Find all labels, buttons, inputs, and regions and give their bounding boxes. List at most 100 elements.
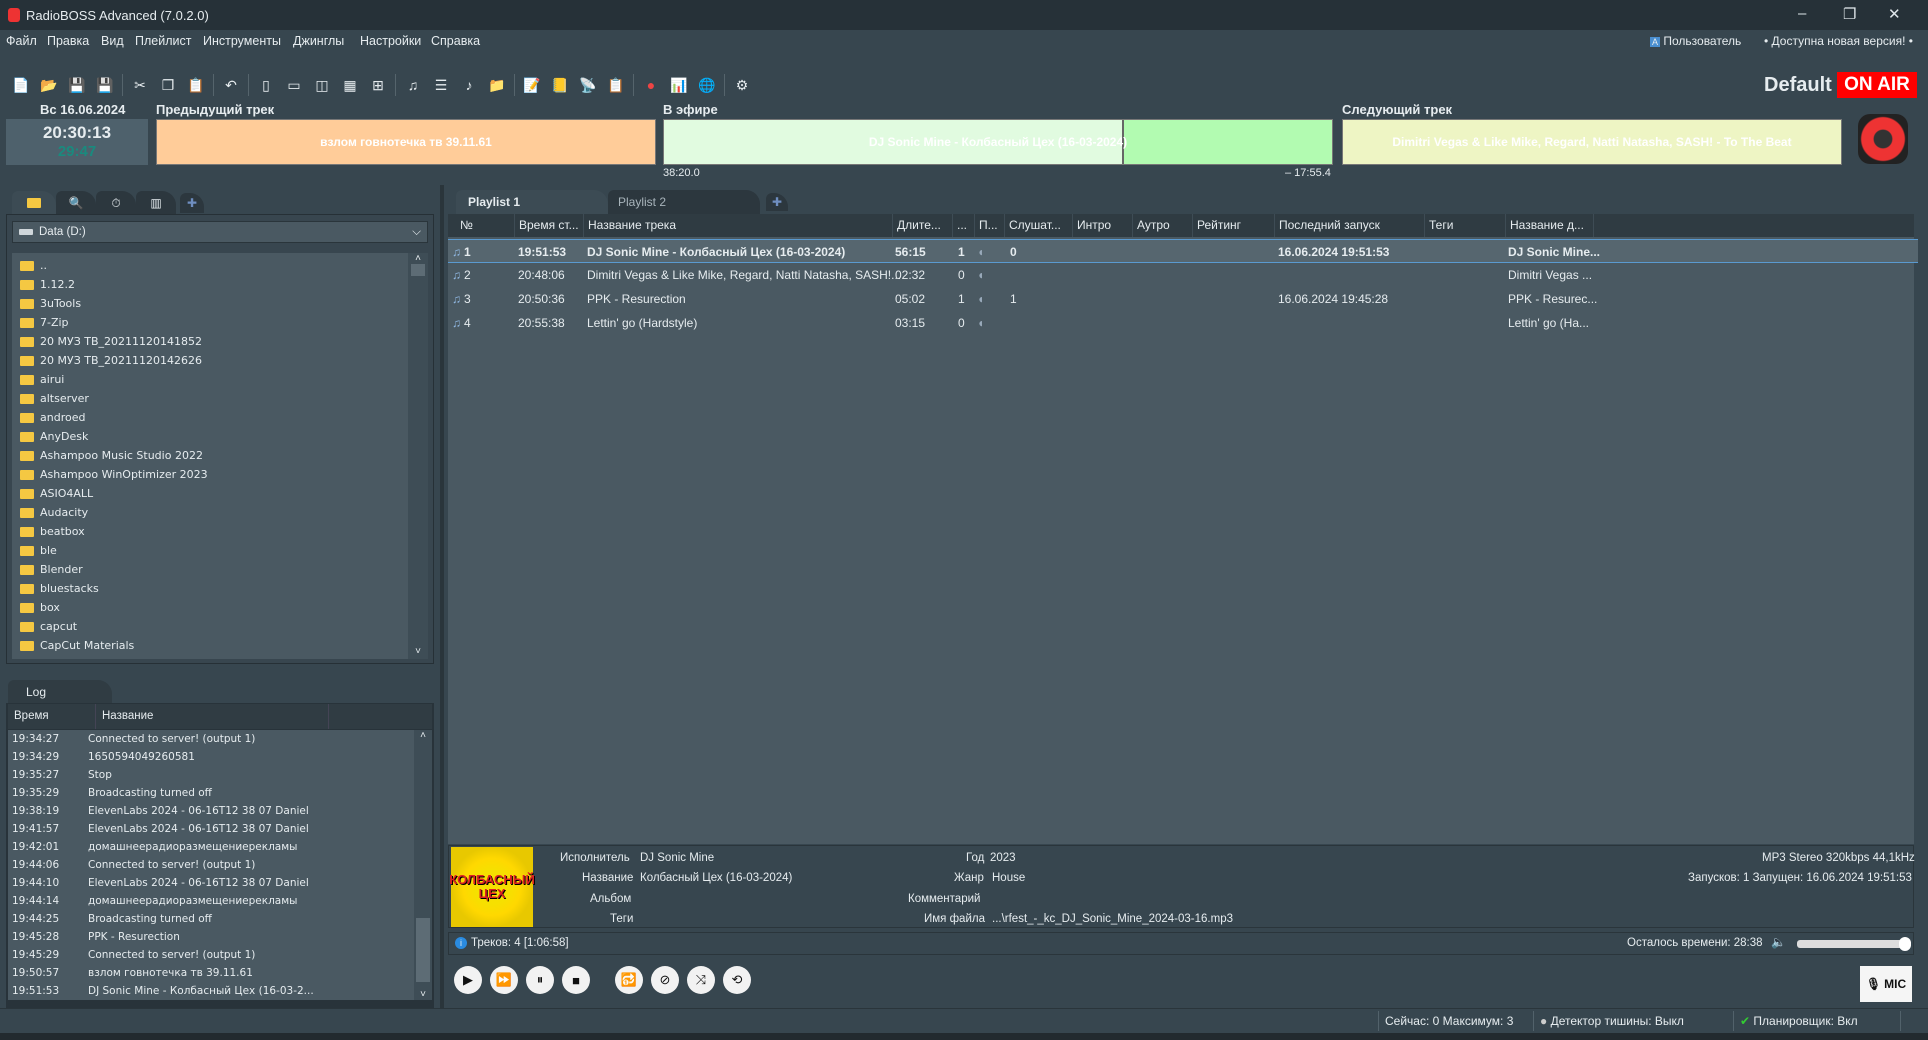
volume-thumb[interactable] xyxy=(1899,937,1911,951)
new-file-button[interactable]: 📄 xyxy=(10,74,32,96)
column-header-7[interactable]: Интро xyxy=(1073,214,1133,237)
folder-item[interactable]: .. xyxy=(12,256,408,275)
folder-item[interactable]: 20 МУЗ ТВ_20211120142626 xyxy=(12,351,408,370)
menu-2[interactable]: Вид xyxy=(101,34,124,48)
folder-item[interactable]: ASIO4ALL xyxy=(12,484,408,503)
column-header-2[interactable]: Название трека xyxy=(584,214,893,237)
folder-item[interactable]: ble xyxy=(12,541,408,560)
stop-after-button[interactable]: ⊘ xyxy=(651,966,679,994)
paste-button[interactable]: 📋 xyxy=(185,74,207,96)
layout-2-button[interactable]: ▭ xyxy=(283,74,305,96)
prev-track-box[interactable]: взлом говнотечка тв 39.11.61 xyxy=(156,119,656,165)
tab-search[interactable]: 🔍 xyxy=(56,191,96,215)
tab-playlist-2[interactable]: Playlist 2 xyxy=(608,190,760,214)
menu-1[interactable]: Правка xyxy=(47,34,89,48)
tab-playlist-1[interactable]: Playlist 1 xyxy=(456,190,608,214)
repeat-one-button[interactable]: 🔂 xyxy=(615,966,643,994)
pause-button[interactable]: ⏸ xyxy=(526,966,554,994)
speaker-icon[interactable]: ◖ xyxy=(977,316,984,330)
log-col-name[interactable]: Название xyxy=(95,704,153,729)
folder-item[interactable]: CapCut Materials xyxy=(12,636,408,655)
folder-item[interactable]: 3uTools xyxy=(12,294,408,313)
column-header-4[interactable]: ... xyxy=(953,214,975,237)
tab-schedule[interactable]: ⏱ xyxy=(96,191,136,215)
drive-select[interactable]: Data (D:) ⌵ xyxy=(12,221,428,243)
scroll-down-icon[interactable]: ˅ xyxy=(408,646,428,657)
volume-slider[interactable] xyxy=(1797,937,1911,951)
playlist-row[interactable]: ♫ ◖ 2 20:48:06 Dimitri Vegas & Like Mike, Re… xyxy=(448,263,1918,287)
save-as-button[interactable]: 💾 xyxy=(94,74,116,96)
clipboard-button[interactable]: 📋 xyxy=(605,74,627,96)
speaker-icon[interactable]: ◖ xyxy=(977,292,984,306)
menu-5[interactable]: Джинглы xyxy=(293,34,344,48)
log-scrollbar[interactable]: ˄ ˅ xyxy=(414,730,432,1000)
on-air-waveform[interactable]: DJ Sonic Mine - Колбасный Цех (16-03-202… xyxy=(663,119,1333,165)
add-folder-button[interactable]: 📁 xyxy=(486,74,508,96)
folder-item[interactable]: Audacity xyxy=(12,503,408,522)
tab-log[interactable]: Log xyxy=(8,680,112,704)
add-list-button[interactable]: ☰ xyxy=(430,74,452,96)
satellite-button[interactable]: 📡 xyxy=(577,74,599,96)
folder-item[interactable]: 20 МУЗ ТВ_20211120141852 xyxy=(12,332,408,351)
folder-item[interactable]: androed xyxy=(12,408,408,427)
copy-button[interactable]: ❐ xyxy=(157,74,179,96)
folder-item[interactable]: 7-Zip xyxy=(12,313,408,332)
record-button[interactable]: ● xyxy=(640,74,662,96)
folder-item[interactable]: box xyxy=(12,598,408,617)
add-track-button[interactable]: ♫ xyxy=(402,74,424,96)
mic-button[interactable]: 🎙 MIC xyxy=(1860,966,1912,1002)
stop-button[interactable]: ■ xyxy=(562,966,590,994)
speaker-icon[interactable]: ◖ xyxy=(977,268,984,282)
update-link[interactable]: • Доступна новая версия! • xyxy=(1764,34,1913,48)
folder-item[interactable]: capcut xyxy=(12,617,408,636)
column-header-9[interactable]: Рейтинг xyxy=(1193,214,1275,237)
menu-7[interactable]: Справка xyxy=(431,34,480,48)
undo-button[interactable]: ↶ xyxy=(220,74,242,96)
folder-item[interactable]: altserver xyxy=(12,389,408,408)
next-track-box[interactable]: Dimitri Vegas & Like Mike, Regard, Natti… xyxy=(1342,119,1842,165)
minimize-button[interactable]: – xyxy=(1798,5,1806,22)
folder-item[interactable]: beatbox xyxy=(12,522,408,541)
scroll-up-icon[interactable]: ˄ xyxy=(408,253,428,264)
report-button[interactable]: 📝 xyxy=(521,74,543,96)
repeat-button[interactable]: ⟲ xyxy=(723,966,751,994)
column-header-11[interactable]: Теги xyxy=(1425,214,1506,237)
scroll-thumb[interactable] xyxy=(416,918,430,982)
menu-3[interactable]: Плейлист xyxy=(135,34,191,48)
menu-6[interactable]: Настройки xyxy=(360,34,421,48)
column-header-0[interactable]: № xyxy=(456,214,515,237)
folder-list-scrollbar[interactable]: ˄ ˅ xyxy=(408,253,428,659)
speaker-icon[interactable]: ◖ xyxy=(977,245,984,259)
close-button[interactable]: ✕ xyxy=(1888,5,1901,23)
folder-item[interactable]: Ashampoo WinOptimizer 2023 xyxy=(12,465,408,484)
menu-4[interactable]: Инструменты xyxy=(203,34,281,48)
splitter[interactable] xyxy=(440,185,444,1010)
column-header-1[interactable]: Время ст... xyxy=(515,214,584,237)
jingle-folder-button[interactable]: 📒 xyxy=(549,74,571,96)
add-tab-button[interactable]: ✚ xyxy=(180,193,204,213)
tab-mixer[interactable]: ▥ xyxy=(136,191,176,215)
column-header-10[interactable]: Последний запуск xyxy=(1275,214,1425,237)
layout-1-button[interactable]: ▯ xyxy=(255,74,277,96)
maximize-button[interactable]: ❐ xyxy=(1843,5,1856,23)
silence-detector-status[interactable]: ● Детектор тишины: Выкл xyxy=(1533,1011,1690,1031)
user-menu[interactable]: A Пользователь xyxy=(1650,34,1741,48)
layout-3-button[interactable]: ◫ xyxy=(311,74,333,96)
settings-button[interactable]: ⚙ xyxy=(731,74,753,96)
column-header-3[interactable]: Длите... xyxy=(893,214,953,237)
cut-button[interactable]: ✂ xyxy=(129,74,151,96)
layout-add-button[interactable]: ⊞ xyxy=(367,74,389,96)
tab-folders[interactable] xyxy=(12,191,56,215)
playlist-row[interactable]: ♫ ◖ 1 19:51:53 DJ Sonic Mine - Колбасный Цех… xyxy=(448,239,1918,263)
folder-item[interactable]: bluestacks xyxy=(12,579,408,598)
column-header-5[interactable]: П... xyxy=(975,214,1005,237)
column-header-8[interactable]: Аутро xyxy=(1133,214,1193,237)
stats-button[interactable]: 📊 xyxy=(668,74,690,96)
add-playlist-button[interactable]: ✚ xyxy=(766,193,788,211)
folder-item[interactable]: 1.12.2 xyxy=(12,275,408,294)
log-col-time[interactable]: Время xyxy=(14,710,49,722)
open-folder-button[interactable]: 📂 xyxy=(38,74,60,96)
playlist-row[interactable]: ♫ ◖ 3 20:50:36 PPK - Resurection 05:02 1 1 16.06… xyxy=(448,287,1918,311)
column-header-6[interactable]: Слушат... xyxy=(1005,214,1073,237)
save-button[interactable]: 💾 xyxy=(66,74,88,96)
